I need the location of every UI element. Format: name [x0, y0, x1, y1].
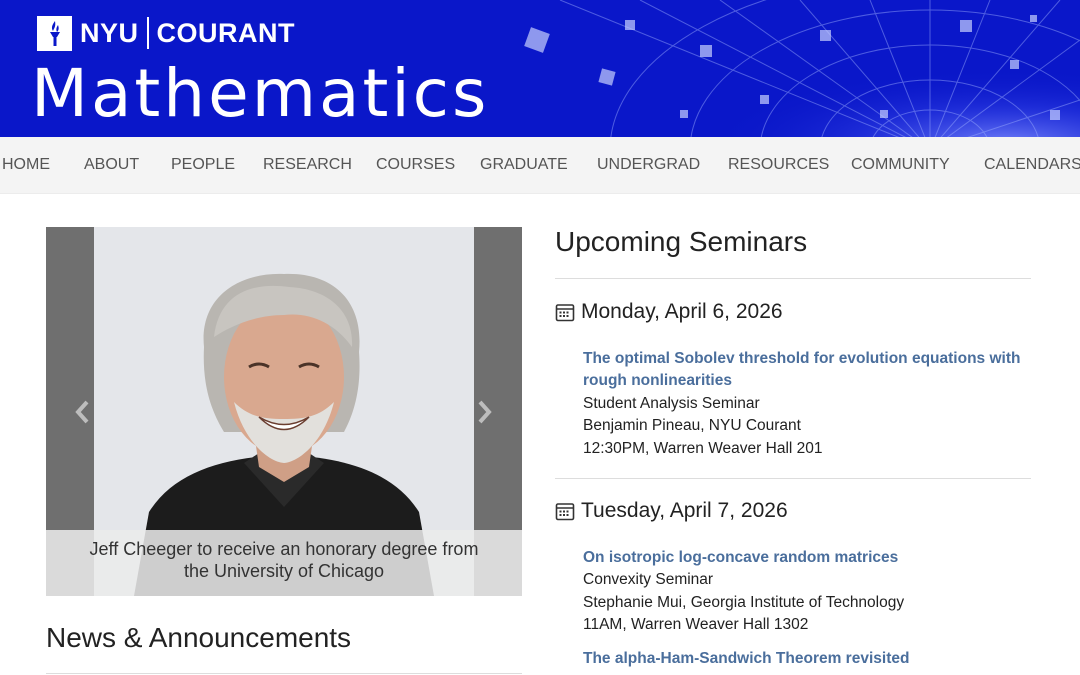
nyu-torch-icon — [37, 15, 72, 51]
day-date: Tuesday, April 7, 2026 — [581, 499, 788, 522]
day-divider — [555, 478, 1031, 479]
nav-about[interactable]: ABOUT — [84, 137, 139, 193]
header-banner: NYU COURANT Mathematics — [0, 0, 1080, 137]
nav-people[interactable]: PEOPLE — [171, 137, 235, 193]
carousel-next-button[interactable] — [470, 395, 500, 429]
seminar-event: The alpha-Ham-Sandwich Theorem revisited — [583, 648, 1023, 670]
carousel-caption-text[interactable]: Jeff Cheeger to receive an honorary degr… — [84, 538, 484, 582]
seminar-title-link[interactable]: The alpha-Ham-Sandwich Theorem revisited — [583, 648, 1023, 670]
logo-divider — [146, 17, 149, 49]
site-title[interactable]: Mathematics — [31, 54, 489, 134]
brand-nyu: NYU — [80, 17, 139, 48]
chevron-left-icon — [75, 400, 89, 424]
seminar-speaker: Benjamin Pineau, NYU Courant — [583, 417, 801, 435]
seminar-series: Convexity Seminar — [583, 571, 714, 589]
nav-calendars[interactable]: CALENDARS — [984, 137, 1080, 193]
news-section-title: News & Announcements — [46, 622, 352, 653]
nav-courses[interactable]: COURSES — [376, 137, 455, 193]
seminar-time-place: 12:30PM, Warren Weaver Hall 201 — [583, 439, 823, 457]
day-heading-1: Monday, April 6, 2026 — [555, 299, 783, 325]
carousel-caption[interactable]: Jeff Cheeger to receive an honorary degr… — [46, 530, 522, 596]
brand-courant: COURANT — [156, 17, 296, 48]
main-nav: HOME ABOUT PEOPLE RESEARCH COURSES GRADU… — [0, 137, 1080, 194]
nav-research[interactable]: RESEARCH — [263, 137, 352, 193]
nyu-courant-logo[interactable]: NYU COURANT — [37, 14, 295, 52]
nav-graduate[interactable]: GRADUATE — [480, 137, 568, 193]
seminar-event: On isotropic log-concave random matrices… — [583, 547, 1023, 637]
news-carousel[interactable]: Jeff Cheeger to receive an honorary degr… — [46, 227, 522, 596]
nav-undergrad[interactable]: UNDERGRAD — [597, 137, 700, 193]
seminars-section-title: Upcoming Seminars — [555, 226, 808, 257]
seminar-event: The optimal Sobolev threshold for evolut… — [583, 348, 1023, 460]
nav-home[interactable]: HOME — [2, 137, 50, 193]
day-heading-2: Tuesday, April 7, 2026 — [555, 498, 788, 524]
seminar-series: Student Analysis Seminar — [583, 394, 760, 412]
seminar-title-link[interactable]: The optimal Sobolev threshold for evolut… — [583, 348, 1023, 393]
calendar-icon — [555, 503, 575, 521]
seminars-divider — [555, 278, 1031, 279]
seminar-time-place: 11AM, Warren Weaver Hall 1302 — [583, 616, 809, 634]
chevron-right-icon — [478, 400, 492, 424]
seminar-speaker: Stephanie Mui, Georgia Institute of Tech… — [583, 593, 905, 611]
nav-resources[interactable]: RESOURCES — [728, 137, 829, 193]
seminar-title-link[interactable]: On isotropic log-concave random matrices — [583, 547, 1023, 569]
news-divider — [46, 673, 522, 674]
nav-community[interactable]: COMMUNITY — [851, 137, 950, 193]
day-date: Monday, April 6, 2026 — [581, 300, 783, 323]
calendar-icon — [555, 304, 575, 322]
carousel-prev-button[interactable] — [67, 395, 97, 429]
